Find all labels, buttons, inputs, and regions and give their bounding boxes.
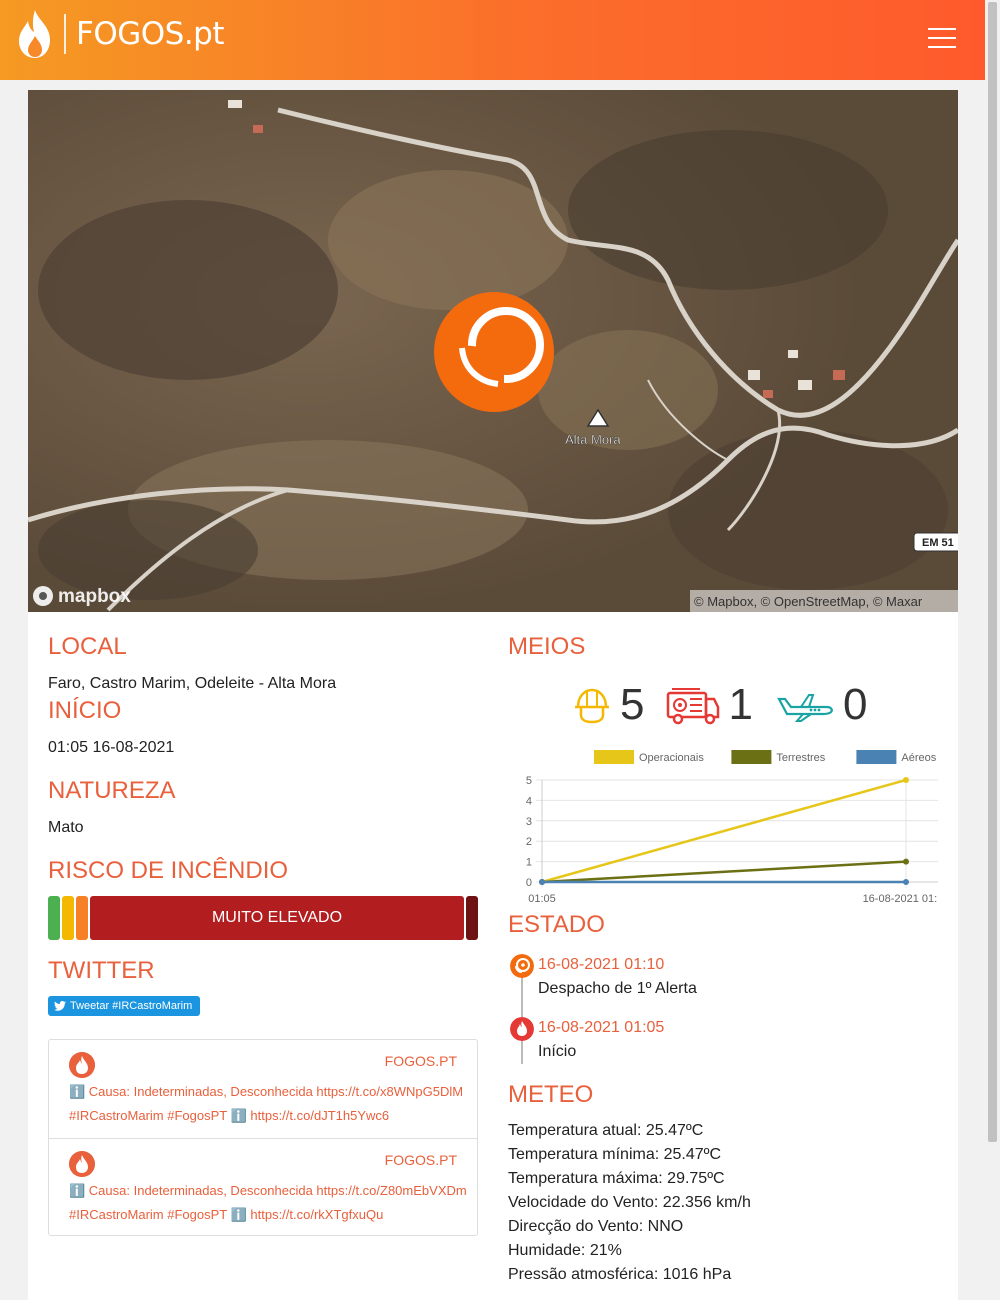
tweet-line[interactable]: ℹ️ Causa: Indeterminadas, Desconhecida h… (69, 1179, 469, 1203)
timeline-line (521, 966, 523, 1064)
satellite-map[interactable]: Alta Mora EM 51 mapbox © Mapbox, © OpenS… (28, 90, 958, 612)
menu-bar-icon (928, 46, 956, 48)
flame-logo-icon (19, 10, 50, 58)
terrestres-count: 1 (728, 680, 753, 729)
legend-swatch (731, 750, 772, 764)
series-point (903, 858, 909, 865)
legend-label: Aéreos (901, 752, 936, 764)
tweet-button[interactable]: Tweetar #IRCastroMarim (48, 996, 201, 1016)
series-line (541, 860, 907, 884)
map-canvas: Alta Mora EM 51 mapbox © Mapbox, © OpenS… (28, 90, 958, 612)
tweet-author[interactable]: FOGOS.PT (385, 1152, 457, 1168)
y-tick-label: 5 (526, 775, 532, 787)
tweet-text: ℹ️ Causa: Indeterminadas, Desconhecida h… (69, 1080, 469, 1128)
risk-level-very-high: MUITO ELEVADO (90, 896, 464, 940)
series-point (539, 879, 545, 885)
tweet-text: ℹ️ Causa: Indeterminadas, Desconhecida h… (69, 1179, 469, 1227)
legend-label: Terrestres (776, 752, 825, 764)
x-tick-label: 01:05 (528, 893, 556, 905)
tweet-line[interactable]: #IRCastroMarim #FogosPT ℹ️ https://t.co/… (69, 1104, 469, 1128)
meios-chart: Operacionais Terrestres Aéreos 0 1 2 3 4 5 01:05 1… (502, 750, 959, 910)
map-place-label: Alta Mora (565, 432, 621, 447)
meteo-pressure: Pressão atmosférica: 1016 hPa (508, 1266, 732, 1283)
map-attribution[interactable]: © Mapbox, © OpenStreetMap, © Maxar (694, 594, 923, 609)
y-tick-label: 1 (526, 857, 532, 869)
menu-bar-icon (928, 28, 956, 30)
twitter-bird-icon (54, 1001, 66, 1011)
meios-line-chart: Operacionais Terrestres Aéreos 0 1 2 3 4 5 01:05 1… (526, 750, 959, 905)
inicio-value: 01:05 16-08-2021 (48, 739, 175, 756)
legend-swatch (856, 750, 897, 764)
x-tick-label: 16-08-2021 01:10 (863, 893, 938, 905)
tweet-author[interactable]: FOGOS.PT (385, 1053, 457, 1069)
meios-summary: 5 1 0 (572, 680, 889, 730)
tweet-button-label: Tweetar #IRCastroMarim (70, 1000, 193, 1012)
aereos-count: 0 (842, 680, 868, 729)
incident-card: Alta Mora EM 51 mapbox © Mapbox, © OpenS… (28, 90, 959, 1300)
estado-title: ESTADO (508, 911, 605, 938)
series-point (903, 879, 909, 885)
event-description: Início (538, 1043, 577, 1060)
natureza-title: NATUREZA (48, 777, 176, 804)
meteo-wind-direction: Direcção do Vento: NNO (508, 1218, 684, 1235)
local-title: LOCAL (48, 633, 127, 660)
aircraft-icon (777, 694, 833, 722)
legend-label: Operacionais (639, 752, 704, 764)
twitter-title: TWITTER (48, 957, 155, 984)
operacionais-count: 5 (620, 680, 645, 729)
event-description: Despacho de 1º Alerta (538, 980, 697, 997)
risk-level-moderate (62, 896, 74, 940)
risk-level-maximum (466, 896, 478, 940)
tweet-item[interactable]: FOGOS.PT ℹ️ Causa: Indeterminadas, Desco… (49, 1138, 477, 1236)
page-scrollbar[interactable] (985, 0, 1000, 1300)
fire-risk-bar: MUITO ELEVADO (48, 896, 478, 940)
natureza-value: Mato (48, 819, 84, 836)
firefighter-helmet-icon (575, 688, 609, 724)
fire-truck-icon (667, 688, 720, 725)
logo-separator (64, 14, 66, 54)
mapbox-logo[interactable]: mapbox (58, 586, 131, 607)
event-date: 16-08-2021 01:10 (538, 956, 665, 973)
fire-start-icon (510, 1017, 534, 1041)
meteo-min-temperature: Temperatura mínima: 25.47ºC (508, 1146, 722, 1163)
meios-title: MEIOS (508, 633, 586, 660)
y-tick-label: 2 (526, 836, 532, 848)
fogos-avatar-icon (69, 1052, 95, 1078)
y-tick-label: 0 (526, 877, 532, 889)
tweet-line[interactable]: ℹ️ Causa: Indeterminadas, Desconhecida h… (69, 1080, 469, 1104)
series-point (903, 777, 909, 783)
fogos-avatar-icon (69, 1151, 95, 1177)
meteo-max-temperature: Temperatura máxima: 29.75ºC (508, 1170, 725, 1187)
twitter-timeline: FOGOS.PT ℹ️ Causa: Indeterminadas, Desco… (48, 1039, 478, 1236)
hamburger-menu-button[interactable] (928, 28, 956, 50)
risk-level-high (76, 896, 88, 940)
local-value: Faro, Castro Marim, Odeleite - Alta Mora (48, 675, 337, 692)
risk-level-low (48, 896, 60, 940)
meteo-wind-speed: Velocidade do Vento: 22.356 km/h (508, 1194, 751, 1211)
series-line (541, 778, 907, 884)
menu-bar-icon (928, 37, 956, 39)
meteo-title: METEO (508, 1081, 594, 1108)
scrollbar-thumb[interactable] (988, 2, 997, 1142)
top-navbar: FOGOS.pt (0, 0, 985, 80)
y-tick-label: 4 (526, 795, 532, 807)
dispatch-alert-icon (510, 954, 534, 978)
risco-title: RISCO DE INCÊNDIO (48, 857, 289, 884)
legend-swatch (594, 750, 634, 764)
logo[interactable]: FOGOS.pt (14, 8, 225, 60)
map-road-label: EM 51 (922, 537, 954, 549)
inicio-title: INÍCIO (48, 697, 122, 724)
logo-text: FOGOS.pt (76, 16, 225, 52)
meteo-humidity: Humidade: 21% (508, 1242, 622, 1259)
meteo-current-temperature: Temperatura atual: 25.47ºC (508, 1122, 704, 1139)
y-tick-label: 3 (526, 816, 532, 828)
tweet-item[interactable]: FOGOS.PT ℹ️ Causa: Indeterminadas, Desco… (49, 1040, 477, 1138)
tweet-line[interactable]: #IRCastroMarim #FogosPT ℹ️ https://t.co/… (69, 1203, 469, 1227)
event-date: 16-08-2021 01:05 (538, 1019, 665, 1036)
